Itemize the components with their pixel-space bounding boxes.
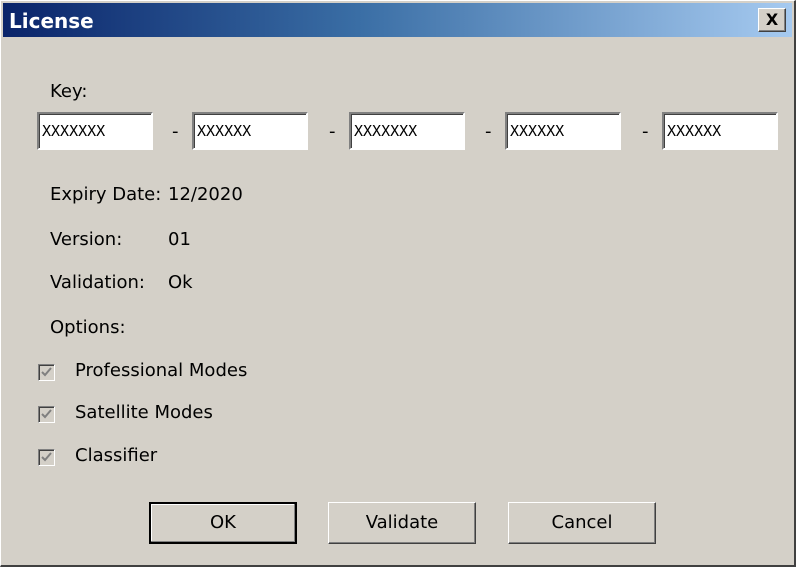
professional-modes-label: Professional Modes	[75, 360, 248, 381]
key-separator: -	[642, 121, 649, 142]
cancel-button[interactable]: Cancel	[508, 502, 656, 544]
validation-label: Validation:	[50, 272, 145, 293]
classifier-checkbox[interactable]	[38, 449, 55, 466]
satellite-modes-label: Satellite Modes	[75, 402, 213, 423]
version-label: Version:	[50, 229, 123, 250]
key-field-1[interactable]: XXXXXXX	[37, 112, 153, 150]
options-label: Options:	[50, 317, 126, 338]
validate-button[interactable]: Validate	[328, 502, 476, 544]
checkmark-icon	[41, 452, 52, 462]
satellite-modes-checkbox[interactable]	[38, 406, 55, 423]
validation-value: Ok	[168, 272, 193, 293]
key-field-2[interactable]: XXXXXX	[192, 112, 308, 150]
close-icon: X	[765, 10, 779, 29]
checkmark-icon	[41, 409, 52, 419]
expiry-date-label: Expiry Date:	[50, 184, 162, 205]
key-field-3[interactable]: XXXXXXX	[349, 112, 465, 150]
expiry-date-value: 12/2020	[168, 184, 243, 205]
version-value: 01	[168, 229, 191, 250]
key-field-4[interactable]: XXXXXX	[505, 112, 621, 150]
key-separator: -	[172, 121, 179, 142]
window-title: License	[9, 9, 94, 33]
close-button[interactable]: X	[758, 8, 786, 32]
checkmark-icon	[41, 367, 52, 377]
license-dialog: License X Key: XXXXXXX - XXXXXX - XXXXXX…	[0, 0, 796, 567]
ok-button[interactable]: OK	[149, 502, 297, 544]
key-separator: -	[329, 121, 336, 142]
key-separator: -	[485, 121, 492, 142]
title-bar[interactable]: License X	[3, 3, 792, 37]
key-label: Key:	[50, 81, 88, 102]
key-field-5[interactable]: XXXXXX	[662, 112, 778, 150]
classifier-label: Classifier	[75, 445, 158, 466]
professional-modes-checkbox[interactable]	[38, 364, 55, 381]
